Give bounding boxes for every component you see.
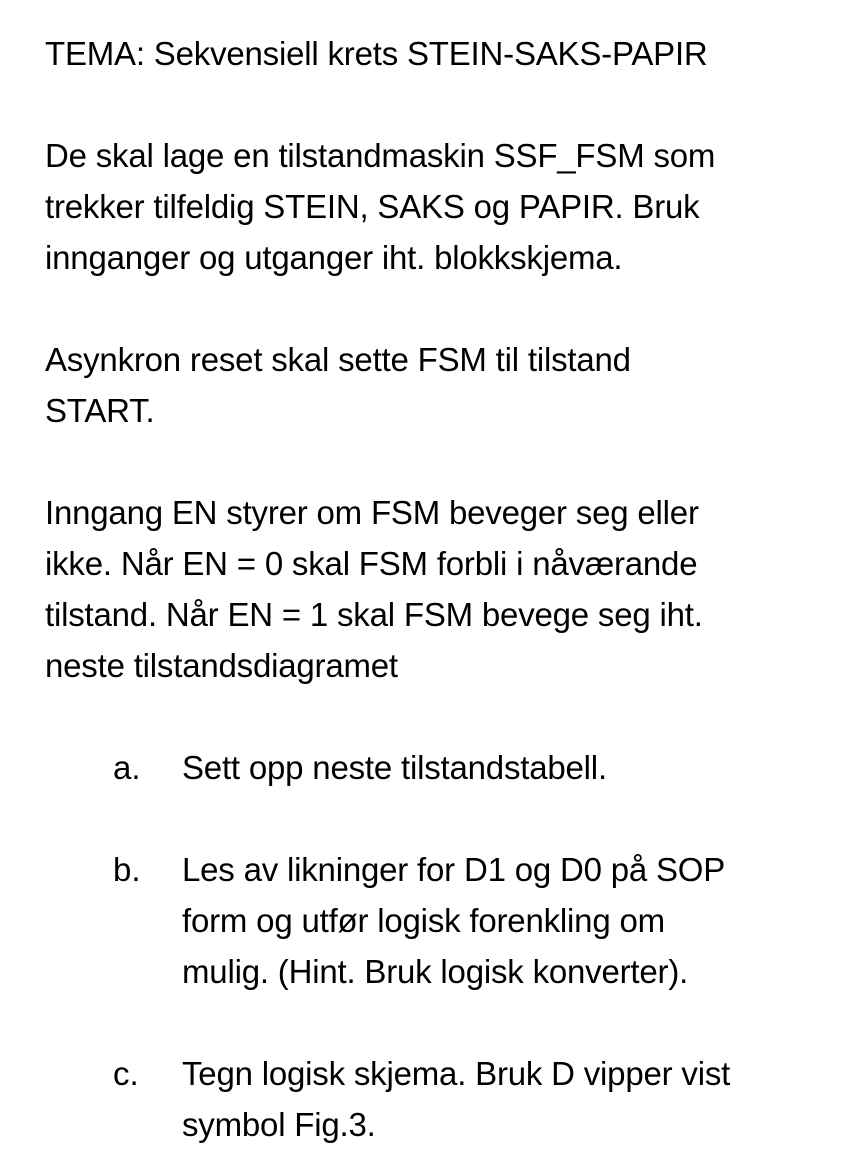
task-line: form og utfør logisk forenkling om (182, 902, 665, 939)
task-line: mulig. (Hint. Bruk logisk konverter). (182, 953, 689, 990)
task-marker: a. (113, 749, 141, 786)
task-marker: c. (113, 1055, 139, 1092)
paragraph-description: De skal lage en tilstandmaskin SSF_FSM s… (45, 130, 845, 283)
task-item-b: b. Les av likninger for D1 og D0 på SOP … (45, 844, 845, 997)
paragraph-line: START. (45, 392, 155, 429)
document-title: TEMA: Sekvensiell krets STEIN-SAKS-PAPIR (45, 35, 708, 72)
paragraph-line: ikke. Når EN = 0 skal FSM forbli i nåvær… (45, 545, 698, 582)
paragraph-reset: Asynkron reset skal sette FSM til tilsta… (45, 334, 845, 436)
paragraph-line: trekker tilfeldig STEIN, SAKS og PAPIR. … (45, 188, 700, 225)
task-item-c: c. Tegn logisk skjema. Bruk D vipper vis… (45, 1048, 845, 1150)
paragraph-line: innganger og utganger iht. blokkskjema. (45, 239, 623, 276)
paragraph-line: Asynkron reset skal sette FSM til tilsta… (45, 341, 631, 378)
task-line: Sett opp neste tilstandstabell. (182, 749, 607, 786)
task-list: a. Sett opp neste tilstandstabell. b. Le… (45, 742, 845, 1150)
paragraph-line: neste tilstandsdiagramet (45, 647, 398, 684)
task-line: Tegn logisk skjema. Bruk D vipper vist (182, 1055, 731, 1092)
paragraph-line: De skal lage en tilstandmaskin SSF_FSM s… (45, 137, 716, 174)
document-page: TEMA: Sekvensiell krets STEIN-SAKS-PAPIR… (45, 28, 845, 1150)
paragraph-line: Inngang EN styrer om FSM beveger seg ell… (45, 494, 699, 531)
task-line: symbol Fig.3. (182, 1106, 376, 1143)
paragraph-enable: Inngang EN styrer om FSM beveger seg ell… (45, 487, 845, 691)
task-item-a: a. Sett opp neste tilstandstabell. (45, 742, 845, 793)
task-marker: b. (113, 851, 141, 888)
paragraph-line: tilstand. Når EN = 1 skal FSM bevege seg… (45, 596, 703, 633)
task-line: Les av likninger for D1 og D0 på SOP (182, 851, 726, 888)
